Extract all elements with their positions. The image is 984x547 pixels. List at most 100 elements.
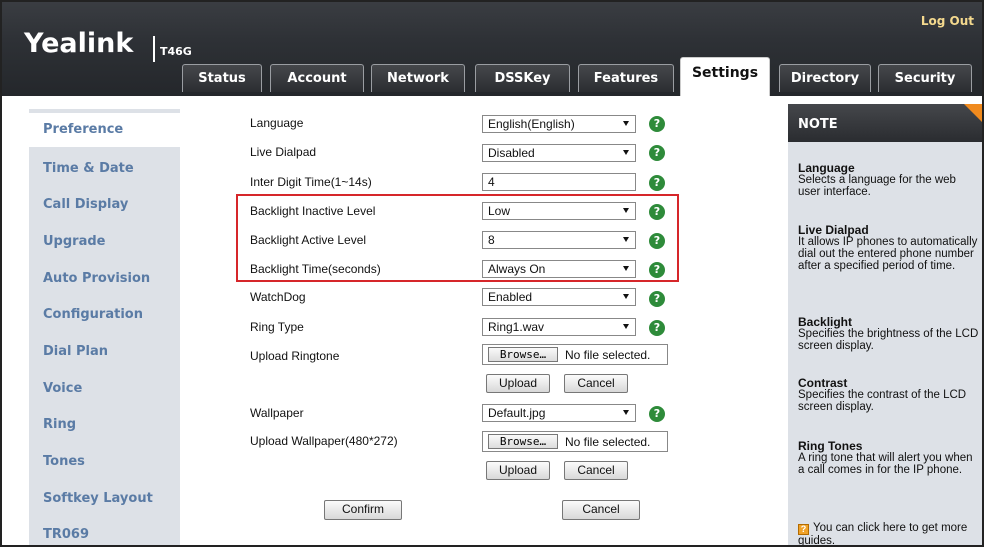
- inter-digit-input[interactable]: 4: [482, 173, 636, 191]
- help-icon[interactable]: ?: [649, 262, 665, 278]
- sidebar-item-dial-plan[interactable]: Dial Plan: [43, 344, 108, 359]
- sidebar-item-call-display[interactable]: Call Display: [43, 197, 128, 212]
- help-icon[interactable]: ?: [649, 291, 665, 307]
- backlight-inactive-label: Backlight Inactive Level: [250, 204, 376, 218]
- tab-network[interactable]: Network: [371, 64, 465, 92]
- dropdown-arrow-icon: [623, 324, 629, 329]
- backlight-active-label: Backlight Active Level: [250, 233, 367, 247]
- ring-type-value: Ring1.wav: [488, 320, 545, 334]
- dropdown-arrow-icon: [623, 410, 629, 415]
- note-section-language: Language Selects a language for the web …: [798, 162, 980, 198]
- sidebar-item-preference[interactable]: Preference: [43, 122, 123, 137]
- language-value: English(English): [488, 117, 575, 131]
- note-section-contrast: Contrast Specifies the contrast of the L…: [798, 377, 980, 413]
- question-icon: ?: [798, 524, 809, 535]
- note-text: Selects a language for the web user inte…: [798, 174, 956, 198]
- main-tabs: Status Account Network DSSKey Features S…: [2, 2, 982, 96]
- note-heading: Live Dialpad: [798, 223, 869, 237]
- backlight-time-select[interactable]: Always On: [482, 260, 636, 278]
- sidebar-item-tr069[interactable]: TR069: [43, 527, 89, 542]
- ringtone-browse-button[interactable]: Browse…: [488, 347, 558, 362]
- note-heading: Language: [798, 161, 855, 175]
- sidebar-item-tones[interactable]: Tones: [43, 454, 85, 469]
- watchdog-label: WatchDog: [250, 290, 306, 304]
- tab-status[interactable]: Status: [182, 64, 262, 92]
- sidebar-item-upgrade[interactable]: Upgrade: [43, 234, 105, 249]
- help-icon[interactable]: ?: [649, 233, 665, 249]
- dropdown-arrow-icon: [623, 121, 629, 126]
- sidebar-item-configuration[interactable]: Configuration: [43, 307, 143, 322]
- note-text: Specifies the brightness of the LCD scre…: [798, 328, 979, 352]
- settings-form: Language English(English) ? Live Dialpad…: [180, 96, 782, 545]
- confirm-button[interactable]: Confirm: [324, 500, 402, 520]
- upload-ringtone-label: Upload Ringtone: [250, 349, 340, 363]
- backlight-time-value: Always On: [488, 262, 546, 276]
- sidebar-panel: Preference Time & Date Call Display Upgr…: [29, 109, 181, 545]
- tab-settings[interactable]: Settings: [680, 57, 770, 96]
- dropdown-arrow-icon: [623, 266, 629, 271]
- note-corner-flag: [964, 104, 982, 122]
- help-icon[interactable]: ?: [649, 320, 665, 336]
- sidebar-item-voice[interactable]: Voice: [43, 381, 82, 396]
- tab-directory[interactable]: Directory: [779, 64, 871, 92]
- sidebar-item-time-date[interactable]: Time & Date: [43, 161, 134, 176]
- dropdown-arrow-icon: [623, 150, 629, 155]
- help-icon[interactable]: ?: [649, 204, 665, 220]
- ringtone-file-input[interactable]: Browse… No file selected.: [482, 344, 668, 365]
- sidebar: Preference Time & Date Call Display Upgr…: [2, 96, 181, 545]
- ringtone-cancel-button[interactable]: Cancel: [564, 374, 628, 393]
- help-icon[interactable]: ?: [649, 116, 665, 132]
- note-section-live-dialpad: Live Dialpad It allows IP phones to auto…: [798, 224, 980, 272]
- note-text: A ring tone that will alert you when a c…: [798, 452, 973, 476]
- tab-dsskey[interactable]: DSSKey: [475, 64, 570, 92]
- wallpaper-file-status: No file selected.: [565, 435, 651, 449]
- language-label: Language: [250, 116, 304, 130]
- sidebar-item-softkey-layout[interactable]: Softkey Layout: [43, 491, 153, 506]
- note-panel: NOTE Language Selects a language for the…: [788, 104, 982, 545]
- watchdog-value: Enabled: [488, 290, 533, 304]
- note-header: NOTE: [788, 104, 982, 142]
- help-icon[interactable]: ?: [649, 175, 665, 191]
- backlight-inactive-value: Low: [488, 204, 511, 218]
- backlight-time-label: Backlight Time(seconds): [250, 262, 381, 276]
- ringtone-file-status: No file selected.: [565, 348, 651, 362]
- watchdog-select[interactable]: Enabled: [482, 288, 636, 306]
- ring-type-label: Ring Type: [250, 320, 304, 334]
- wallpaper-browse-button[interactable]: Browse…: [488, 434, 558, 449]
- dropdown-arrow-icon: [623, 294, 629, 299]
- inter-digit-label: Inter Digit Time(1~14s): [250, 175, 372, 189]
- language-select[interactable]: English(English): [482, 115, 636, 133]
- note-text: Specifies the contrast of the LCD screen…: [798, 389, 967, 413]
- note-heading: Ring Tones: [798, 439, 863, 453]
- browser-frame: Yealink T46G Log Out Status Account Netw…: [0, 0, 984, 547]
- wallpaper-upload-button[interactable]: Upload: [486, 461, 550, 480]
- help-icon[interactable]: ?: [649, 406, 665, 422]
- wallpaper-file-input[interactable]: Browse… No file selected.: [482, 431, 668, 452]
- sidebar-item-auto-provision[interactable]: Auto Provision: [43, 271, 150, 286]
- dropdown-arrow-icon: [623, 208, 629, 213]
- note-tip-link[interactable]: ? You can click here to get more guides.: [798, 522, 980, 545]
- live-dialpad-value: Disabled: [488, 146, 535, 160]
- help-icon[interactable]: ?: [649, 145, 665, 161]
- backlight-inactive-select[interactable]: Low: [482, 202, 636, 220]
- wallpaper-label: Wallpaper: [250, 406, 304, 420]
- upload-wallpaper-label: Upload Wallpaper(480*272): [250, 434, 398, 448]
- note-heading: Contrast: [798, 376, 848, 390]
- note-title: NOTE: [798, 117, 838, 132]
- backlight-active-value: 8: [488, 233, 495, 247]
- tab-features[interactable]: Features: [578, 64, 674, 92]
- sidebar-item-ring[interactable]: Ring: [43, 417, 76, 432]
- note-section-ring-tones: Ring Tones A ring tone that will alert y…: [798, 440, 980, 476]
- note-tip-text[interactable]: You can click here to get more guides.: [798, 522, 967, 545]
- ringtone-upload-button[interactable]: Upload: [486, 374, 550, 393]
- tab-security[interactable]: Security: [878, 64, 972, 92]
- ring-type-select[interactable]: Ring1.wav: [482, 318, 636, 336]
- live-dialpad-select[interactable]: Disabled: [482, 144, 636, 162]
- tab-account[interactable]: Account: [270, 64, 364, 92]
- cancel-button[interactable]: Cancel: [562, 500, 640, 520]
- backlight-active-select[interactable]: 8: [482, 231, 636, 249]
- wallpaper-value: Default.jpg: [488, 406, 546, 420]
- wallpaper-cancel-button[interactable]: Cancel: [564, 461, 628, 480]
- wallpaper-select[interactable]: Default.jpg: [482, 404, 636, 422]
- note-section-backlight: Backlight Specifies the brightness of th…: [798, 316, 980, 352]
